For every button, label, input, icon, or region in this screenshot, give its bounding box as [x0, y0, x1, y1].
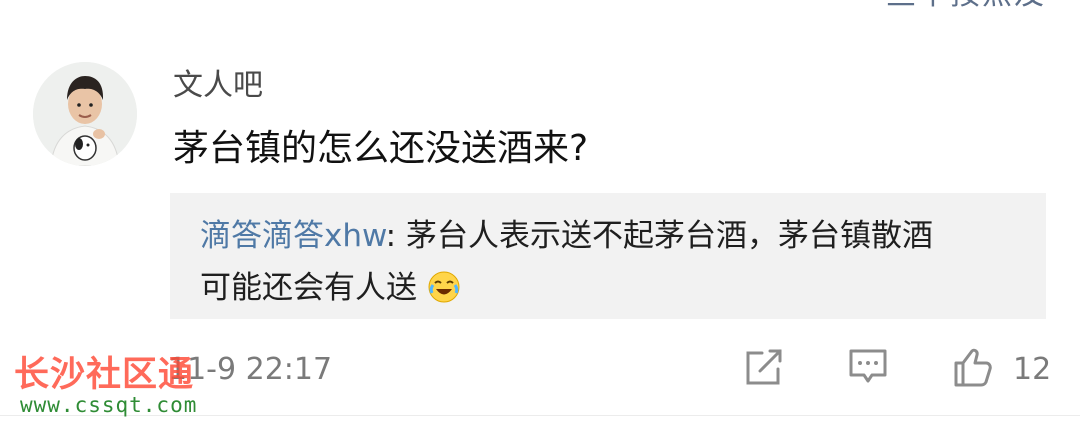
thumbs-up-icon[interactable]	[950, 345, 994, 389]
reply-text-line-2: 可能还会有人送	[200, 270, 417, 306]
previous-comment-cutoff-text: 旦中按点及	[886, 0, 1046, 10]
laughing-crying-emoji-icon	[427, 270, 461, 304]
comment-text: 茅台镇的怎么还没送酒来?	[173, 128, 589, 169]
share-icon[interactable]	[742, 345, 786, 389]
comment-username[interactable]: 文人吧	[173, 66, 263, 106]
reply-box[interactable]: 滴答滴答xhw: 茅台人表示送不起茅台酒，茅台镇散酒 可能还会有人送	[170, 193, 1046, 319]
child-photo-avatar-icon	[33, 62, 137, 166]
reply-author-link[interactable]: 滴答滴答xhw	[200, 218, 386, 254]
reply-line-2: 可能还会有人送	[200, 268, 461, 308]
reply-line-1: 滴答滴答xhw: 茅台人表示送不起茅台酒，茅台镇散酒	[200, 216, 933, 256]
comment-icon[interactable]	[846, 345, 890, 389]
like-count: 12	[1013, 352, 1052, 387]
avatar[interactable]	[33, 62, 137, 166]
reply-text-line-1: 茅台人表示送不起茅台酒，茅台镇散酒	[405, 218, 933, 254]
reply-separator: :	[385, 218, 406, 254]
watermark-url: www.cssqt.com	[20, 393, 198, 417]
watermark-title: 长沙社区通	[14, 355, 195, 395]
